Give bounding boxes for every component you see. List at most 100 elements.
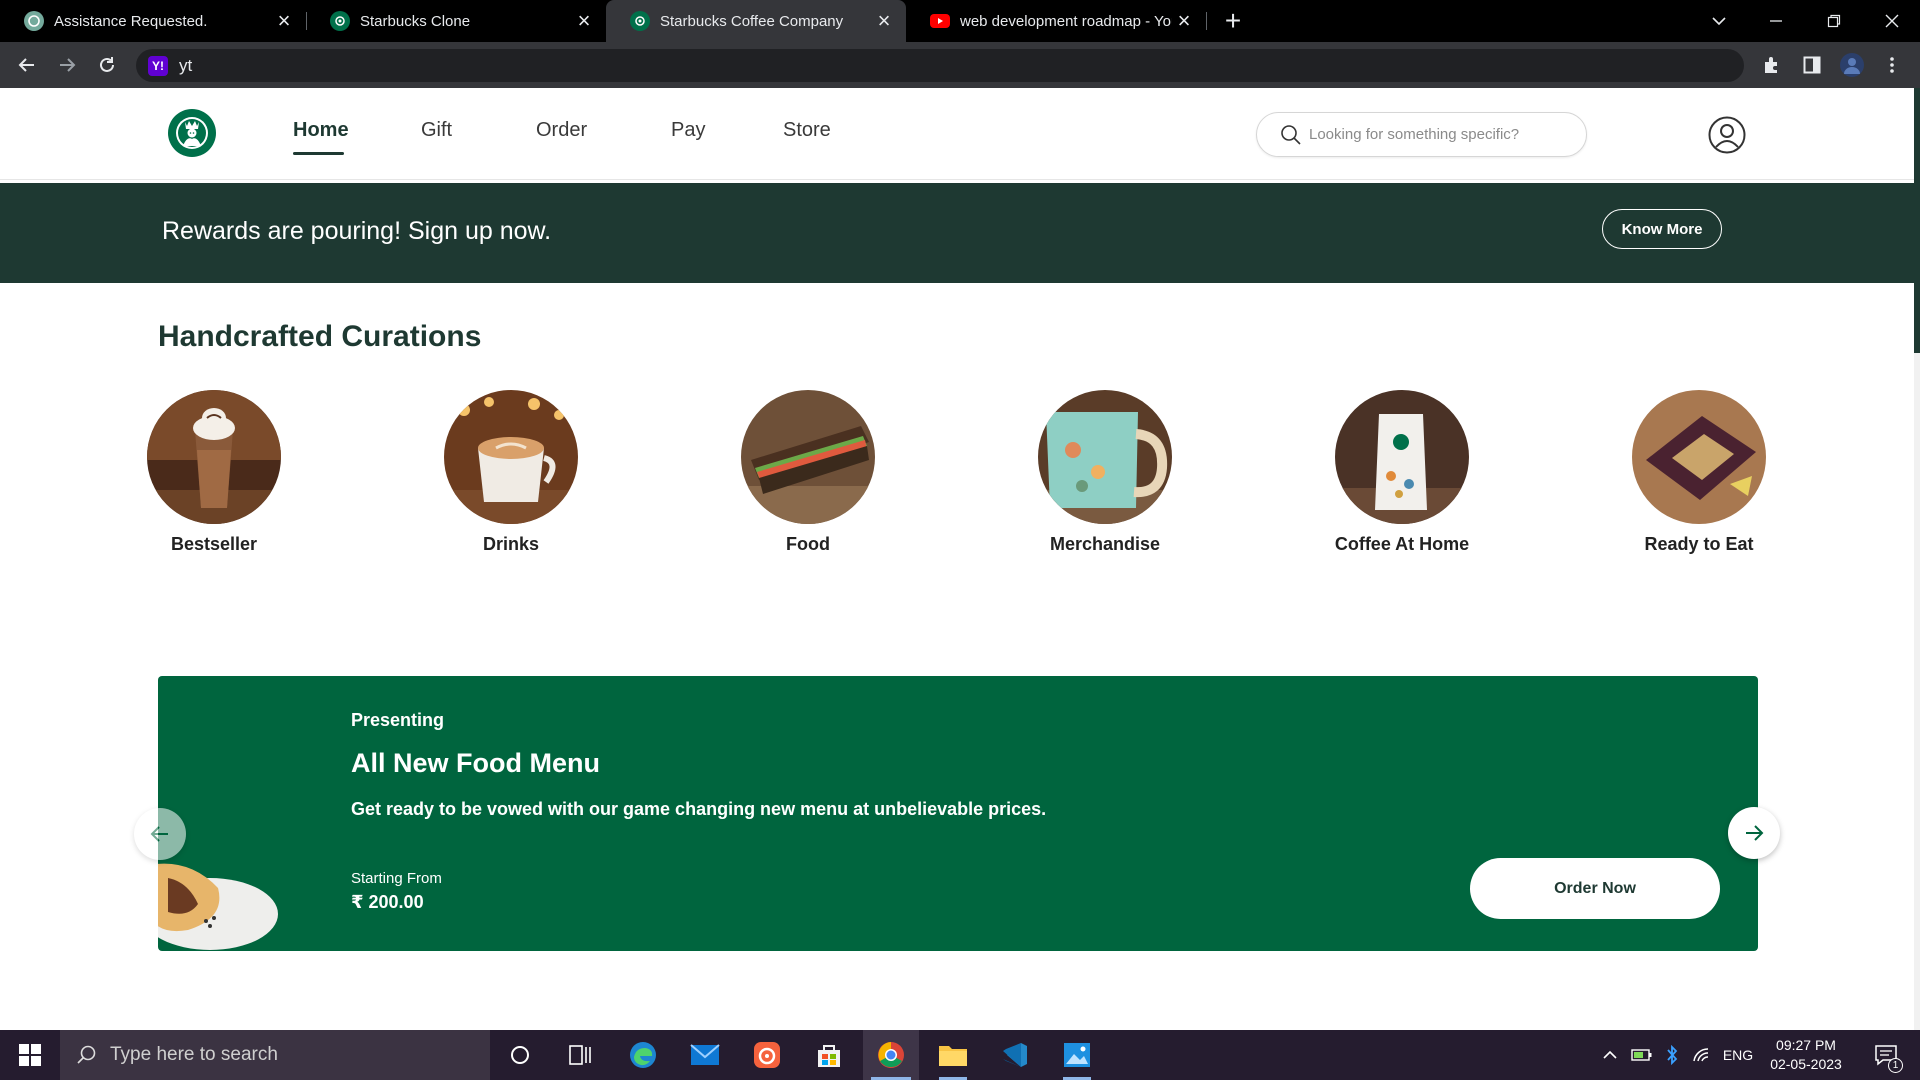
- browser-toolbar: Y! yt: [0, 42, 1920, 88]
- category-label: Drinks: [482, 534, 540, 554]
- site-header: Home Gift Order Pay Store: [0, 88, 1914, 180]
- tab-search-chevron-icon[interactable]: [1691, 0, 1747, 42]
- close-tab-icon[interactable]: ×: [872, 8, 896, 33]
- reload-icon[interactable]: [91, 49, 123, 81]
- page-viewport: Home Gift Order Pay Store Rewards are po…: [0, 88, 1914, 1030]
- browser-tab-strip: Assistance Requested. × Starbucks Clone …: [0, 0, 1920, 42]
- more-menu-icon[interactable]: [1876, 49, 1908, 81]
- section-title: Handcrafted Curations: [158, 320, 482, 353]
- starbucks-logo[interactable]: [167, 108, 217, 158]
- chrome-icon[interactable]: [863, 1030, 919, 1080]
- notifications-icon[interactable]: 1: [1866, 1030, 1906, 1080]
- nav-store[interactable]: Store: [783, 119, 831, 142]
- price-label: Starting From: [351, 870, 442, 887]
- nav-home[interactable]: Home: [293, 119, 349, 142]
- carousel-next-button[interactable]: [1728, 807, 1780, 859]
- file-explorer-icon[interactable]: [925, 1030, 981, 1080]
- banner-kicker: Presenting: [351, 710, 445, 730]
- know-more-button[interactable]: Know More: [1602, 209, 1722, 249]
- category-label: Bestseller: [170, 534, 258, 554]
- windows-taskbar: Type here to search ENG 09:27 PM 02-05-2…: [0, 1030, 1920, 1080]
- clock-date: 02-05-2023: [1770, 1056, 1842, 1072]
- category-bestseller[interactable]: Bestseller: [114, 390, 314, 555]
- new-tab-icon[interactable]: +: [1218, 5, 1248, 36]
- taskbar-clock[interactable]: 09:27 PM 02-05-2023: [1756, 1036, 1856, 1074]
- category-merchandise[interactable]: Merchandise: [1005, 390, 1205, 555]
- site-search[interactable]: [1256, 112, 1587, 157]
- search-icon: [77, 1045, 96, 1064]
- tab-label: Starbucks Coffee Company: [660, 12, 844, 30]
- starbucks-favicon: [630, 11, 650, 31]
- category-label: Ready to Eat: [1644, 534, 1754, 554]
- extensions-icon[interactable]: [1756, 49, 1788, 81]
- mail-icon[interactable]: [677, 1030, 733, 1080]
- chatgpt-icon: [24, 11, 44, 31]
- tab-youtube[interactable]: web development roadmap - YouTube ×: [906, 0, 1206, 42]
- ready-to-eat-image: [1632, 390, 1766, 524]
- show-hidden-icons-chevron[interactable]: [1598, 1030, 1622, 1080]
- side-panel-icon[interactable]: [1796, 49, 1828, 81]
- taskbar-search[interactable]: Type here to search: [60, 1030, 490, 1080]
- category-drinks[interactable]: Drinks: [411, 390, 611, 555]
- vscode-icon[interactable]: [987, 1030, 1043, 1080]
- task-view-icon[interactable]: [552, 1030, 608, 1080]
- forward-icon[interactable]: [51, 49, 83, 81]
- bluetooth-icon[interactable]: [1660, 1030, 1684, 1080]
- youtube-icon: [930, 11, 950, 31]
- close-window-icon[interactable]: [1864, 0, 1920, 42]
- category-label: Coffee At Home: [1334, 534, 1470, 554]
- profile-avatar-icon[interactable]: [1836, 49, 1868, 81]
- food-image: [741, 390, 875, 524]
- app-icon-orange[interactable]: [739, 1030, 795, 1080]
- category-label: Food: [786, 534, 830, 554]
- cortana-icon[interactable]: [492, 1030, 548, 1080]
- nav-gift[interactable]: Gift: [421, 119, 452, 142]
- category-coffee-at-home[interactable]: Coffee At Home: [1302, 390, 1502, 555]
- food-menu-banner: Presenting All New Food Menu Get ready t…: [158, 676, 1758, 951]
- category-ready-to-eat[interactable]: Ready to Eat: [1599, 390, 1799, 555]
- arrow-left-icon: [150, 826, 168, 842]
- yahoo-search-icon: Y!: [148, 55, 168, 76]
- microsoft-store-icon[interactable]: [801, 1030, 857, 1080]
- price-value: ₹ 200.00: [351, 892, 424, 912]
- minimize-icon[interactable]: [1748, 0, 1804, 42]
- carousel-prev-button[interactable]: [134, 808, 186, 860]
- close-tab-icon[interactable]: ×: [272, 8, 296, 33]
- language-indicator[interactable]: ENG: [1720, 1030, 1756, 1080]
- search-input[interactable]: [1309, 126, 1579, 143]
- category-food[interactable]: Food: [708, 390, 908, 555]
- restore-window-icon[interactable]: [1806, 0, 1862, 42]
- merchandise-image: [1038, 390, 1172, 524]
- address-text[interactable]: yt: [179, 56, 192, 76]
- account-icon[interactable]: [1708, 116, 1746, 154]
- page-scrollbar-thumb[interactable]: [1914, 88, 1920, 353]
- wifi-icon[interactable]: [1688, 1030, 1716, 1080]
- search-icon: [1281, 124, 1301, 145]
- close-tab-icon[interactable]: ×: [1172, 8, 1196, 33]
- rewards-banner: Rewards are pouring! Sign up now. Know M…: [0, 183, 1914, 283]
- tab-starbucks-coffee-company[interactable]: Starbucks Coffee Company ×: [606, 0, 906, 42]
- arrow-right-icon: [1746, 825, 1764, 841]
- category-label: Merchandise: [1049, 534, 1161, 554]
- rewards-text: Rewards are pouring! Sign up now.: [162, 217, 552, 245]
- close-tab-icon[interactable]: ×: [572, 8, 596, 33]
- tab-starbucks-clone[interactable]: Starbucks Clone ×: [306, 0, 606, 42]
- notification-count-badge: 1: [1888, 1058, 1903, 1073]
- tab-label: web development roadmap - YouTube: [960, 12, 1172, 30]
- edge-icon[interactable]: [615, 1030, 671, 1080]
- photos-icon[interactable]: [1049, 1030, 1105, 1080]
- taskbar-search-placeholder: Type here to search: [110, 1044, 278, 1065]
- nav-active-underline: [293, 152, 344, 155]
- banner-description: Get ready to be vowed with our game chan…: [351, 799, 1047, 819]
- tab-divider: [1206, 12, 1207, 30]
- back-icon[interactable]: [11, 49, 43, 81]
- nav-pay[interactable]: Pay: [671, 119, 705, 142]
- nav-order[interactable]: Order: [536, 119, 587, 142]
- bestseller-image: [147, 390, 281, 524]
- windows-start-icon[interactable]: [0, 1030, 60, 1080]
- order-now-button[interactable]: Order Now: [1470, 858, 1720, 919]
- battery-icon[interactable]: [1628, 1030, 1656, 1080]
- address-bar[interactable]: Y! yt: [136, 49, 1744, 82]
- starbucks-favicon: [330, 11, 350, 31]
- tab-assistance-requested[interactable]: Assistance Requested. ×: [0, 0, 306, 42]
